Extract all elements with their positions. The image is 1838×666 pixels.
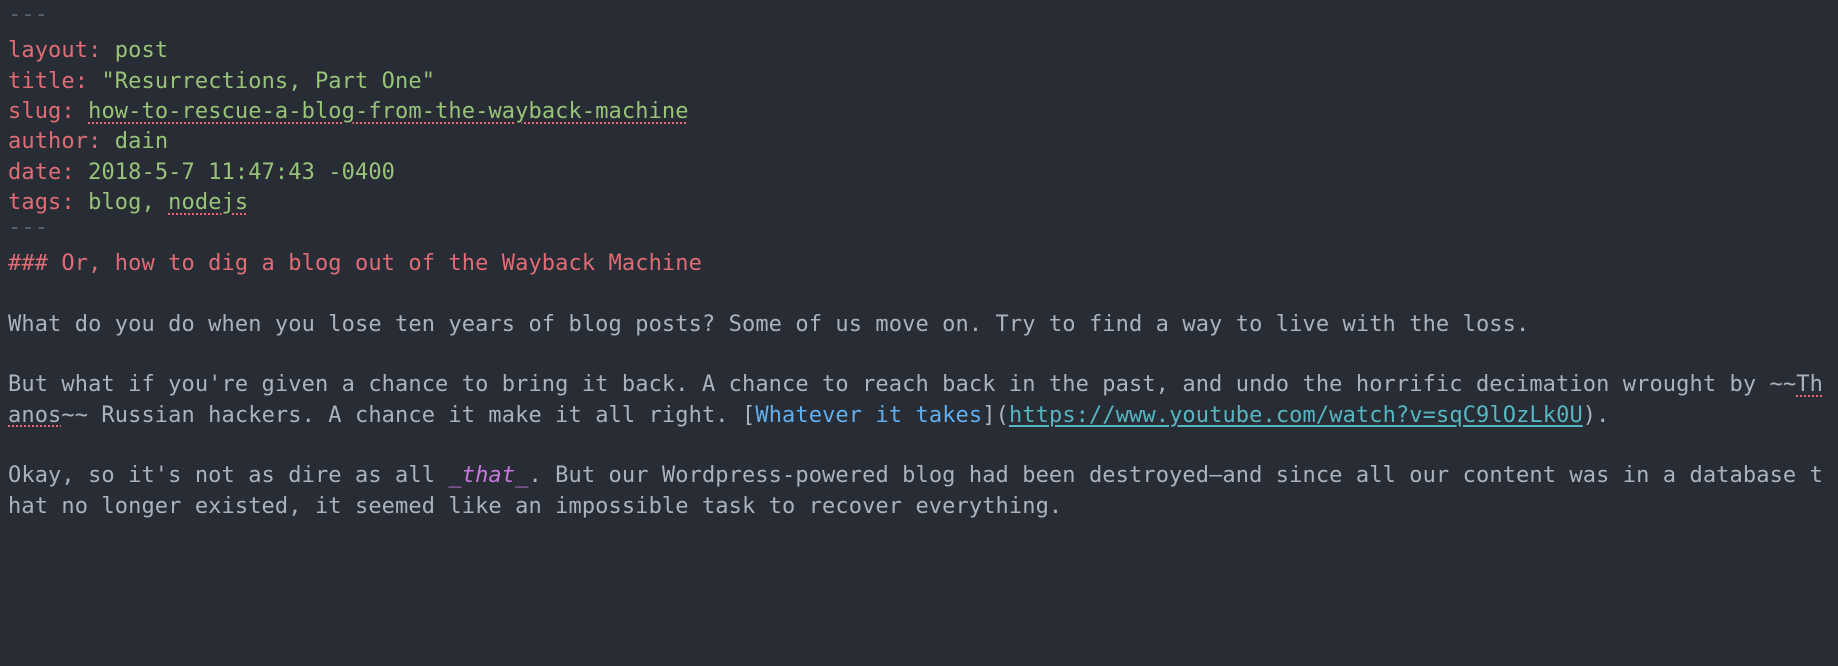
fm-slug: slug: how-to-rescue-a-blog-from-the-wayb…: [8, 97, 1830, 127]
paragraph-3: Okay, so it's not as dire as all _that_.…: [8, 461, 1830, 522]
fm-author: author: dain: [8, 127, 1830, 157]
md-link-url[interactable]: https://www.youtube.com/: [1009, 403, 1329, 428]
fm-date: date: 2018-5-7 11:47:43 -0400: [8, 158, 1830, 188]
heading-h3: ### Or, how to dig a blog out of the Way…: [8, 249, 1830, 279]
emphasis: _that_: [448, 463, 528, 488]
editor-content[interactable]: --- layout: post title: "Resurrections, …: [8, 6, 1830, 522]
frontmatter-delim-bottom: ---: [8, 215, 48, 240]
paragraph-2: But what if you're given a chance to bri…: [8, 370, 1830, 431]
fm-layout: layout: post: [8, 36, 1830, 66]
md-link-text: Whatever it takes: [755, 403, 982, 428]
fm-title: title: "Resurrections, Part One": [8, 67, 1830, 97]
frontmatter-delim-top: ---: [8, 2, 48, 27]
fm-tags: tags: blog, nodejs: [8, 188, 1830, 218]
paragraph-1: What do you do when you lose ten years o…: [8, 310, 1830, 340]
